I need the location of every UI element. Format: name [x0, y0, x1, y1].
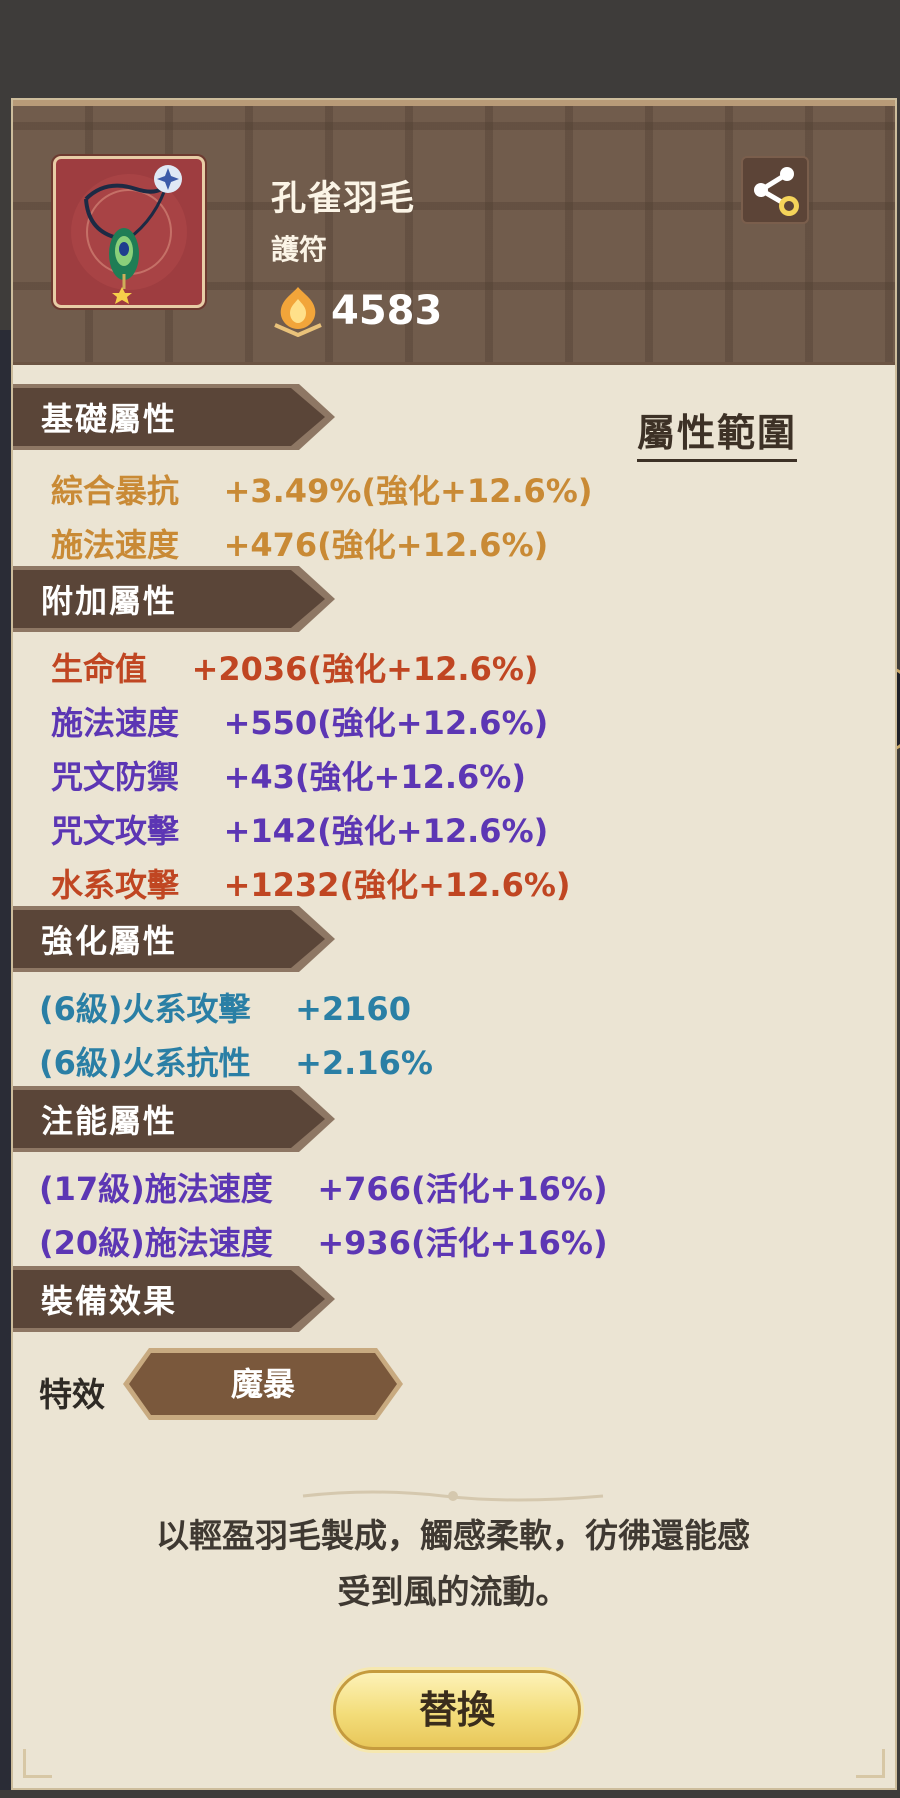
replace-button[interactable]: 替換 [333, 1670, 581, 1750]
section-enhance-title: 強化屬性 [41, 922, 178, 960]
enhance-attr-row: (6級)火系抗性 +2.16% [39, 1044, 433, 1082]
additional-attr-row: 咒文攻擊 +142(強化+12.6%) [51, 812, 549, 850]
item-detail-panel: 孔雀羽毛 護符 4583 基礎屬性 屬性範圍 綜合暴抗 +3.49%(強化+12… [11, 98, 897, 1790]
infuse-attr-row: (17級)施法速度 +766(活化+16%) [39, 1170, 608, 1208]
additional-attr-row: 施法速度 +550(強化+12.6%) [51, 704, 549, 742]
combat-power-icon [271, 285, 325, 341]
enhance-attr-row: (6級)火系攻擊 +2160 [39, 990, 411, 1028]
section-equip-title: 裝備效果 [41, 1282, 178, 1320]
share-button[interactable] [741, 156, 809, 224]
additional-attr-row: 水系攻擊 +1232(強化+12.6%) [51, 866, 571, 904]
effect-label: 特效 [39, 1375, 105, 1414]
item-header: 孔雀羽毛 護符 4583 [13, 100, 895, 365]
description-line: 受到風的流動。 [337, 1572, 569, 1611]
attribute-range-link[interactable]: 屬性範圍 [637, 402, 798, 462]
share-icon [754, 167, 799, 216]
corner-ornament [856, 1749, 885, 1778]
item-name: 孔雀羽毛 [271, 179, 416, 219]
effect-tag-label: 魔暴 [129, 1353, 397, 1415]
basic-attr-row: 綜合暴抗 +3.49%(強化+12.6%) [51, 472, 593, 510]
ornament-divider [302, 1490, 604, 1502]
description-line: 以輕盈羽毛製成，觸感柔軟，彷彿還能感 [156, 1516, 750, 1555]
item-description: 以輕盈羽毛製成，觸感柔軟，彷彿還能感 受到風的流動。 [73, 1508, 833, 1620]
section-equip-banner: 裝備效果 [13, 1266, 335, 1332]
section-basic-banner: 基礎屬性 [13, 384, 335, 450]
section-infuse-banner: 注能屬性 [13, 1086, 335, 1152]
corner-ornament [23, 1749, 52, 1778]
section-basic-title: 基礎屬性 [41, 400, 178, 438]
section-infuse-title: 注能屬性 [41, 1102, 178, 1140]
section-enhance-banner: 強化屬性 [13, 906, 335, 972]
section-additional-banner: 附加屬性 [13, 566, 335, 632]
additional-attr-row: 咒文防禦 +43(強化+12.6%) [51, 758, 526, 796]
basic-attr-row: 施法速度 +476(強化+12.6%) [51, 526, 549, 564]
additional-attr-row: 生命值 +2036(強化+12.6%) [51, 650, 539, 688]
effect-tag[interactable]: 魔暴 [123, 1348, 403, 1420]
section-additional-title: 附加屬性 [41, 582, 178, 620]
infuse-attr-row: (20級)施法速度 +936(活化+16%) [39, 1224, 608, 1262]
peacock-feather-icon [53, 156, 205, 308]
combat-power-value: 4583 [331, 288, 443, 334]
item-type: 護符 [271, 233, 328, 266]
